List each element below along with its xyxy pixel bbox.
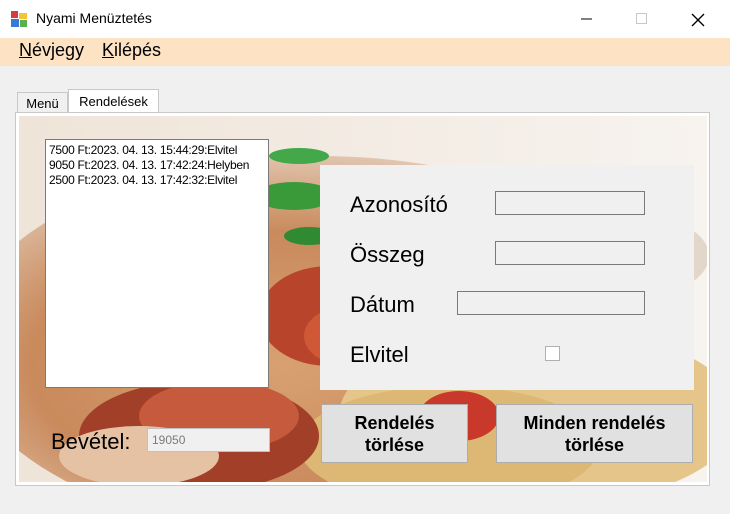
osszeg-field[interactable] xyxy=(495,241,645,265)
menu-item-kilepes[interactable]: Kilépés xyxy=(102,40,161,61)
close-icon xyxy=(691,13,705,27)
list-item[interactable]: 2500 Ft:2023. 04. 13. 17:42:32:Elvitel xyxy=(46,173,268,188)
datum-field[interactable] xyxy=(457,291,645,315)
bevetel-field: 19050 xyxy=(147,428,270,452)
menu-accel-kilepes: K xyxy=(102,40,115,60)
list-item[interactable]: 7500 Ft:2023. 04. 13. 15:44:29:Elvitel xyxy=(46,143,268,158)
tab-menu[interactable]: Menü xyxy=(17,92,68,113)
azonosito-label: Azonosító xyxy=(350,192,448,217)
orders-listbox[interactable]: 7500 Ft:2023. 04. 13. 15:44:29:Elvitel 9… xyxy=(45,139,269,388)
menu-accel-nevjegy: N xyxy=(19,40,32,60)
delete-all-label: Minden rendelés törlése xyxy=(523,412,666,455)
datum-label: Dátum xyxy=(350,292,415,317)
osszeg-label: Összeg xyxy=(350,242,425,267)
list-item[interactable]: 9050 Ft:2023. 04. 13. 17:42:24:Helyben xyxy=(46,158,268,173)
menu-label-nevjegy: évjegy xyxy=(32,40,85,60)
tab-rendelesek[interactable]: Rendelések xyxy=(68,89,159,114)
elvitel-label: Elvitel xyxy=(350,342,409,367)
window-title: Nyami Menüztetés xyxy=(36,10,152,26)
maximize-button[interactable] xyxy=(619,0,665,38)
minimize-icon xyxy=(581,18,592,20)
menu-label-kilepes: ilépés xyxy=(114,40,162,60)
delete-all-orders-button[interactable]: Minden rendelés törlése xyxy=(496,404,693,463)
delete-order-button[interactable]: Rendelés törlése xyxy=(321,404,468,463)
elvitel-checkbox[interactable] xyxy=(545,346,560,361)
menu-bar: Névjegy Kilépés xyxy=(0,38,730,66)
minimize-button[interactable] xyxy=(564,0,610,38)
menu-item-nevjegy[interactable]: Névjegy xyxy=(19,40,84,61)
bevetel-label: Bevétel: xyxy=(51,429,131,454)
maximize-icon xyxy=(636,13,647,24)
close-button[interactable] xyxy=(674,0,720,38)
order-details-panel: Azonosító Összeg Dátum Elvitel xyxy=(320,165,694,390)
delete-order-label: Rendelés törlése xyxy=(354,412,435,455)
app-icon xyxy=(11,11,27,27)
title-bar: Nyami Menüztetés xyxy=(0,0,730,38)
azonosito-field[interactable] xyxy=(495,191,645,215)
